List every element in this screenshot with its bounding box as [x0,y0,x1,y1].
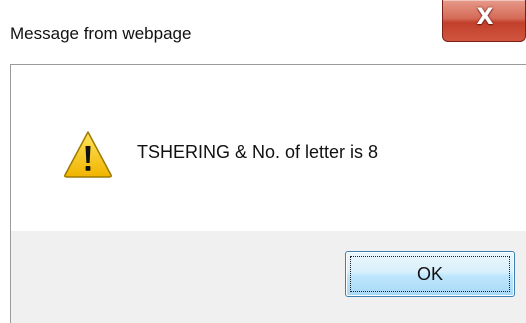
warning-icon [64,131,112,178]
message-text: TSHERING & No. of letter is 8 [137,142,379,162]
dialog-title: Message from webpage [10,24,192,43]
title-bar: Message from webpage X [0,0,526,64]
dialog-content: TSHERING & No. of letter is 8 OK [10,64,526,323]
ok-button[interactable]: OK [345,251,515,297]
close-icon: X [476,5,494,30]
close-button[interactable]: X [442,0,526,42]
message-dialog: Message from webpage X TSHERING & No. of… [0,0,526,323]
ok-button-label: OK [416,264,443,284]
